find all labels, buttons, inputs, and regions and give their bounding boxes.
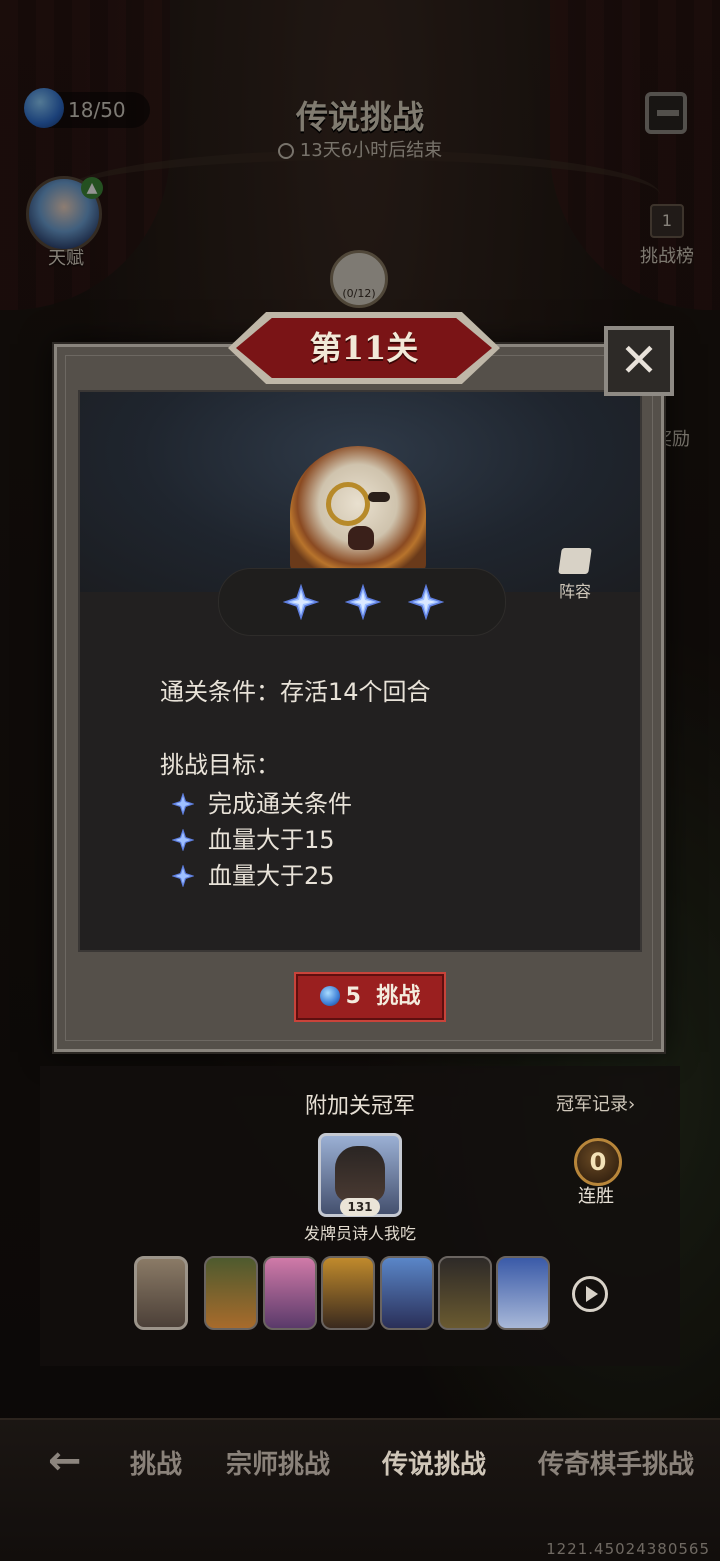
back-arrow-icon[interactable]: ← <box>48 1441 92 1481</box>
version-text: 1221.45024380565 <box>546 1540 710 1558</box>
team-hero-card[interactable] <box>496 1256 550 1330</box>
team-hero-card[interactable] <box>321 1256 375 1330</box>
goal-item: 血量大于15 <box>171 820 335 855</box>
tab-legend-challenge[interactable]: 传说挑战 <box>382 1444 486 1481</box>
tab-grandmaster-challenge[interactable]: 传奇棋手挑战 <box>538 1444 694 1481</box>
challenge-label: 挑战 <box>376 984 421 1009</box>
star-rating <box>218 568 506 636</box>
goal-text: 血量大于25 <box>208 862 335 890</box>
team-hero-card[interactable] <box>204 1256 258 1330</box>
goal-text: 血量大于15 <box>208 826 335 854</box>
champion-face <box>335 1146 385 1202</box>
potion-icon <box>319 986 340 1006</box>
lineup-label: 阵容 <box>558 582 591 601</box>
goal-text: 完成通关条件 <box>208 790 352 818</box>
tab-master-challenge[interactable]: 宗师挑战 <box>226 1444 330 1481</box>
star-icon <box>171 792 195 816</box>
star-icon <box>282 583 320 621</box>
team-hero-card[interactable] <box>438 1256 492 1330</box>
champion-level-badge: 131 <box>340 1198 380 1216</box>
team-hero-card[interactable] <box>380 1256 434 1330</box>
lineup-button[interactable]: 阵容 <box>552 548 598 602</box>
challenge-cost: 5 <box>345 984 361 1009</box>
champion-name: 发牌员诗人我吃 <box>303 1224 416 1243</box>
challenge-button[interactable]: 5 挑战 <box>294 972 446 1022</box>
star-icon <box>171 864 195 888</box>
team-hero-card[interactable] <box>134 1256 188 1330</box>
boss-eye <box>368 492 390 502</box>
monocle-icon <box>326 482 370 526</box>
goal-item: 完成通关条件 <box>171 784 352 819</box>
book-icon <box>558 548 592 574</box>
level-title: 第11关 <box>309 329 419 367</box>
goals-title: 挑战目标： <box>160 751 280 779</box>
tab-challenge[interactable]: 挑战 <box>126 1444 182 1481</box>
boss-portrait <box>290 446 426 574</box>
champion-record-link[interactable]: 冠军记录› <box>556 1090 635 1116</box>
star-icon <box>344 583 382 621</box>
win-streak-medal: 0 <box>574 1138 622 1186</box>
win-streak-label: 连胜 <box>578 1186 614 1207</box>
goal-item: 血量大于25 <box>171 856 335 891</box>
team-hero-card[interactable] <box>263 1256 317 1330</box>
close-button[interactable]: ✕ <box>604 326 674 396</box>
star-icon <box>171 828 195 852</box>
star-icon <box>407 583 445 621</box>
boss-mouth <box>348 526 374 550</box>
replay-button[interactable] <box>572 1276 608 1312</box>
clear-condition: 通关条件：存活14个回合 <box>160 678 431 706</box>
